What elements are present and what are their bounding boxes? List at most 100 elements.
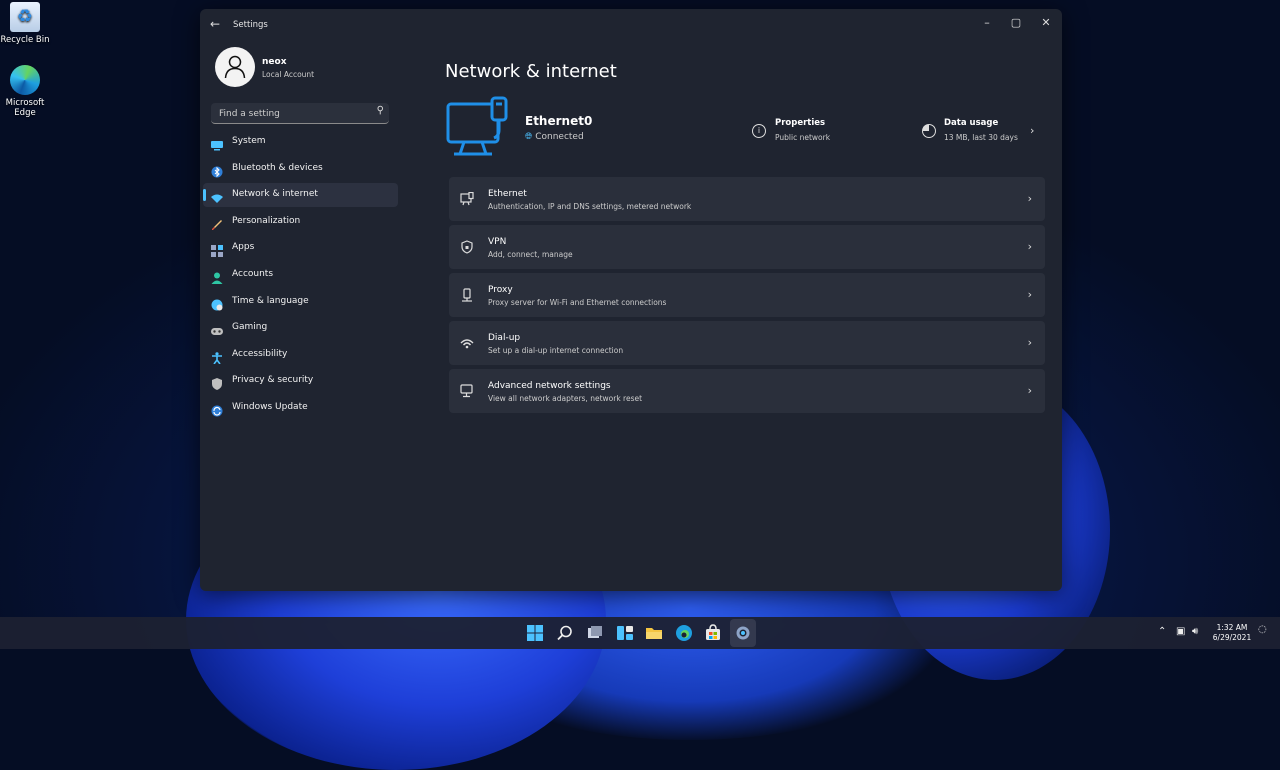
sidebar-item-time-language[interactable]: Time & language (203, 290, 398, 314)
settings-card-list: Ethernet Authentication, IP and DNS sett… (449, 177, 1045, 417)
desktop-icon-edge[interactable]: Microsoft Edge (0, 65, 50, 118)
chevron-right-icon[interactable]: › (1030, 124, 1034, 137)
sidebar-nav: System Bluetooth & devices Network & int… (203, 130, 398, 423)
sidebar-item-accessibility[interactable]: Accessibility (203, 343, 398, 367)
ethernet-icon (460, 191, 474, 206)
sidebar-item-label: Privacy & security (232, 375, 314, 386)
start-icon[interactable] (526, 624, 544, 642)
desktop-icon-recycle-bin[interactable]: Recycle Bin (0, 2, 50, 45)
shield-icon (211, 375, 223, 391)
update-icon (211, 402, 223, 417)
sidebar-item-network[interactable]: Network & internet (203, 183, 398, 208)
card-subtitle: Set up a dial-up internet connection (488, 346, 624, 355)
minimize-button[interactable]: – (973, 13, 1001, 33)
taskbar: ⌃ ▣ 🔊︎ 1:32 AM 6/29/2021 ◌ (0, 617, 1280, 649)
desktop-icon-label: Recycle Bin (0, 35, 50, 45)
brush-icon (211, 216, 223, 230)
account-type: Local Account (262, 70, 315, 79)
globe-icon: 🌐︎ (525, 132, 533, 142)
search-box[interactable]: ⚲ (211, 103, 389, 124)
card-title: Dial-up (488, 333, 521, 343)
avatar[interactable] (215, 47, 255, 87)
task-view-icon[interactable] (586, 624, 604, 642)
connection-name: Ethernet0 (525, 114, 593, 128)
sidebar-item-gaming[interactable]: Gaming (203, 316, 398, 340)
card-title: Ethernet (488, 189, 527, 199)
chevron-up-icon[interactable]: ⌃ (1158, 626, 1166, 637)
card-title: Advanced network settings (488, 381, 611, 391)
sidebar-item-label: Accounts (232, 268, 274, 279)
apps-icon (211, 242, 223, 258)
card-proxy[interactable]: Proxy Proxy server for Wi-Fi and Etherne… (449, 273, 1045, 317)
back-arrow-icon[interactable]: ← (210, 17, 220, 31)
clock[interactable]: 1:32 AM 6/29/2021 (1210, 623, 1254, 643)
card-ethernet[interactable]: Ethernet Authentication, IP and DNS sett… (449, 177, 1045, 221)
search-icon[interactable] (556, 624, 574, 642)
person-icon (211, 269, 223, 284)
connection-status-text: Connected (535, 132, 584, 142)
globe-clock-icon (211, 296, 223, 311)
search-icon[interactable]: ⚲ (377, 105, 384, 116)
sidebar-item-windows-update[interactable]: Windows Update (203, 396, 398, 420)
sidebar-item-label: Network & internet (232, 189, 318, 200)
vpn-shield-icon (460, 240, 474, 254)
card-title: Proxy (488, 285, 513, 295)
page-title: Network & internet (445, 61, 617, 82)
properties-title: Properties (775, 118, 826, 128)
sidebar-item-apps[interactable]: Apps (203, 236, 398, 260)
connection-status: 🌐︎ Connected (525, 132, 584, 142)
settings-window: ← Settings – ▢ ✕ neox Local Account ⚲ Sy… (200, 9, 1062, 591)
card-dial-up[interactable]: Dial-up Set up a dial-up internet connec… (449, 321, 1045, 365)
clock-time: 1:32 AM (1216, 623, 1248, 632)
sidebar-item-personalization[interactable]: Personalization (203, 210, 398, 234)
widgets-icon[interactable] (616, 624, 634, 642)
ethernet-hero-icon (446, 96, 508, 156)
window-title: Settings (233, 20, 268, 30)
gamepad-icon (211, 322, 223, 336)
user-name: neox (262, 57, 287, 67)
close-button[interactable]: ✕ (1032, 13, 1060, 33)
chevron-right-icon: › (1027, 192, 1032, 205)
network-icon[interactable]: ▣ (1176, 626, 1185, 637)
card-vpn[interactable]: VPN Add, connect, manage › (449, 225, 1045, 269)
sidebar-item-label: Windows Update (232, 401, 308, 412)
card-subtitle: View all network adapters, network reset (488, 394, 643, 403)
sidebar-item-label: System (232, 136, 266, 146)
sidebar-item-label: Bluetooth & devices (232, 162, 323, 173)
card-subtitle: Authentication, IP and DNS settings, met… (488, 202, 692, 211)
sidebar-item-label: Gaming (232, 322, 268, 333)
proxy-icon (460, 288, 474, 302)
dialup-icon (460, 336, 474, 350)
advanced-network-icon (460, 384, 474, 398)
pie-chart-icon (922, 124, 936, 138)
card-title: VPN (488, 237, 507, 247)
sidebar-item-accounts[interactable]: Accounts (203, 263, 398, 287)
store-icon[interactable] (704, 624, 722, 642)
edge-icon (10, 65, 40, 95)
sidebar-item-bluetooth[interactable]: Bluetooth & devices (203, 157, 398, 181)
sidebar-item-label: Personalization (232, 215, 301, 226)
sidebar-item-label: Accessibility (232, 348, 288, 359)
chevron-right-icon: › (1027, 336, 1032, 349)
data-usage-subtitle: 13 MB, last 30 days (944, 133, 1018, 142)
edge-icon[interactable] (675, 624, 693, 642)
maximize-button[interactable]: ▢ (1002, 13, 1030, 33)
chevron-right-icon: › (1027, 384, 1032, 397)
title-bar[interactable]: ← Settings – ▢ ✕ (200, 9, 1062, 39)
card-subtitle: Proxy server for Wi-Fi and Ethernet conn… (488, 298, 667, 307)
notification-icon[interactable]: ◌ (1258, 624, 1267, 635)
card-advanced-network[interactable]: Advanced network settings View all netwo… (449, 369, 1045, 413)
properties-subtitle: Public network (775, 133, 831, 142)
desktop-icon-label: Microsoft Edge (5, 98, 45, 118)
accessibility-icon (211, 349, 223, 365)
settings-gear-icon[interactable] (734, 624, 752, 642)
wifi-icon (211, 189, 223, 204)
data-usage-title: Data usage (944, 118, 999, 128)
bluetooth-icon (211, 163, 223, 178)
sidebar-item-system[interactable]: System (203, 130, 398, 154)
sidebar-item-privacy[interactable]: Privacy & security (203, 369, 398, 393)
volume-icon[interactable]: 🔊︎ (1192, 626, 1198, 637)
search-input[interactable] (217, 105, 371, 122)
file-explorer-icon[interactable] (645, 624, 663, 642)
info-icon: i (752, 124, 766, 138)
